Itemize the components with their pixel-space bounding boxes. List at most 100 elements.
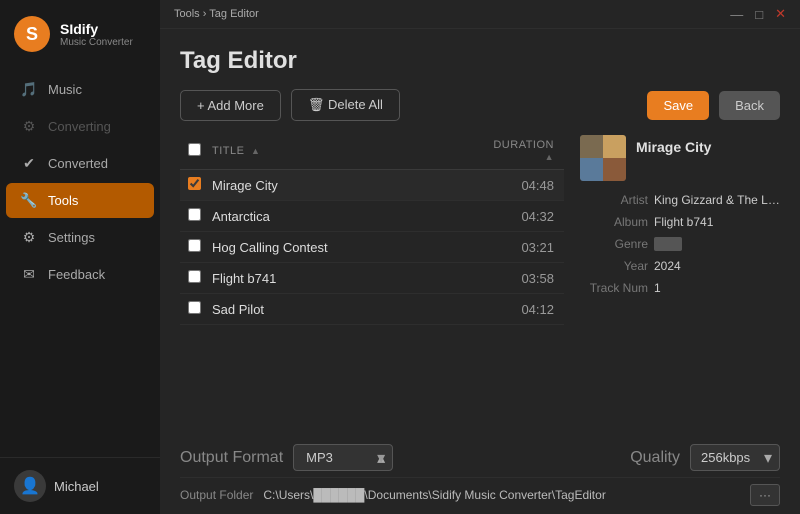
maximize-button[interactable]: □ — [755, 7, 763, 22]
app-logo: S SIdify Music Converter — [0, 0, 160, 64]
sidebar-item-music[interactable]: 🎵 Music — [6, 72, 154, 107]
folder-browse-button[interactable]: ··· — [750, 484, 780, 506]
breadcrumb-parent: Tools — [174, 8, 200, 20]
track-duration-2: 03:21 — [484, 240, 564, 255]
save-button[interactable]: Save — [647, 91, 709, 120]
breadcrumb: Tools › Tag Editor — [174, 8, 259, 20]
track-title-3: Flight b741 — [208, 271, 484, 286]
sidebar-item-converted-label: Converted — [48, 156, 108, 171]
table-row[interactable]: Hog Calling Contest 03:21 — [180, 232, 564, 263]
quality-select-wrapper[interactable]: 256kbps 128kbps 320kbps ▾ — [690, 444, 780, 471]
converting-icon: ⚙ — [20, 118, 38, 135]
track-check-1 — [180, 208, 208, 224]
detail-track-title: Mirage City — [636, 139, 711, 155]
table-row[interactable]: Mirage City 04:48 — [180, 170, 564, 201]
sidebar-item-feedback[interactable]: ✉ Feedback — [6, 257, 154, 292]
avatar: 👤 — [14, 470, 46, 502]
output-folder-label: Output Folder — [180, 488, 253, 502]
detail-album-row: Album Flight b741 — [580, 215, 780, 229]
track-checkbox-4[interactable] — [188, 301, 201, 314]
detail-artist-row: Artist King Gizzard & The Lizard Y — [580, 193, 780, 207]
thumbnail-mosaic — [580, 135, 626, 181]
track-duration-1: 04:32 — [484, 209, 564, 224]
track-duration-4: 04:12 — [484, 302, 564, 317]
sidebar-item-feedback-label: Feedback — [48, 267, 105, 282]
track-checkbox-2[interactable] — [188, 239, 201, 252]
sidebar-item-settings[interactable]: ⚙ Settings — [6, 220, 154, 255]
track-checkbox-1[interactable] — [188, 208, 201, 221]
track-thumbnail — [580, 135, 626, 181]
bottom-bar: Output Format MP3 M4A FLAC OGG AIFF ▴ Qu… — [180, 444, 780, 514]
format-select-wrapper[interactable]: MP3 M4A FLAC OGG AIFF ▴ — [293, 444, 393, 471]
page-title: Tag Editor — [180, 47, 780, 75]
track-title-1: Antarctica — [208, 209, 484, 224]
header-duration: DURATION ▲ — [484, 139, 564, 163]
logo-icon: S — [14, 16, 50, 52]
track-list: TITLE ▲ DURATION ▲ Mirage City — [180, 133, 564, 444]
track-title-4: Sad Pilot — [208, 302, 484, 317]
sidebar-item-converting[interactable]: ⚙ Converting — [6, 109, 154, 144]
minimize-button[interactable]: — — [730, 7, 743, 22]
track-check-0 — [180, 177, 208, 193]
panels: TITLE ▲ DURATION ▲ Mirage City — [180, 133, 780, 444]
header-title: TITLE ▲ — [208, 145, 484, 157]
format-select[interactable]: MP3 M4A FLAC OGG AIFF — [293, 444, 393, 471]
track-duration-3: 03:58 — [484, 271, 564, 286]
track-check-4 — [180, 301, 208, 317]
header-check — [180, 143, 208, 159]
tracknum-value: 1 — [654, 281, 780, 295]
back-button[interactable]: Back — [719, 91, 780, 120]
username: Michael — [54, 479, 99, 494]
title-bar: Tools › Tag Editor — □ ✕ — [160, 0, 800, 29]
detail-tracknum-row: Track Num 1 — [580, 281, 780, 295]
feedback-icon: ✉ — [20, 266, 38, 283]
album-label: Album — [580, 215, 648, 229]
table-header: TITLE ▲ DURATION ▲ — [180, 133, 564, 170]
quality-label: Quality — [630, 449, 680, 467]
genre-label: Genre — [580, 237, 648, 251]
app-name: SIdify — [60, 21, 133, 37]
track-title-0: Mirage City — [208, 178, 484, 193]
track-check-3 — [180, 270, 208, 286]
converted-icon: ✔ — [20, 155, 38, 172]
track-thumbnail-area: Mirage City — [580, 135, 780, 181]
track-checkbox-3[interactable] — [188, 270, 201, 283]
detail-genre-row: Genre — [580, 237, 780, 251]
track-rows: Mirage City 04:48 Antarctica 04:32 — [180, 170, 564, 440]
track-check-2 — [180, 239, 208, 255]
artist-label: Artist — [580, 193, 648, 207]
quality-select[interactable]: 256kbps 128kbps 320kbps — [690, 444, 780, 471]
sidebar-item-settings-label: Settings — [48, 230, 95, 245]
tools-icon: 🔧 — [20, 192, 38, 209]
content-area: Tag Editor + Add More 🗑 Delete All Save … — [160, 29, 800, 514]
close-button[interactable]: ✕ — [775, 6, 786, 22]
year-value: 2024 — [654, 259, 780, 273]
track-title-2: Hog Calling Contest — [208, 240, 484, 255]
sidebar-item-converting-label: Converting — [48, 119, 111, 134]
top-toolbar: + Add More 🗑 Delete All Save Back — [180, 89, 780, 121]
sidebar-item-converted[interactable]: ✔ Converted — [6, 146, 154, 181]
tracknum-label: Track Num — [580, 281, 648, 295]
details-panel: Mirage City Artist King Gizzard & The Li… — [580, 133, 780, 444]
add-more-button[interactable]: + Add More — [180, 90, 281, 121]
table-row[interactable]: Sad Pilot 04:12 — [180, 294, 564, 325]
window-controls: — □ ✕ — [730, 6, 786, 22]
delete-all-button[interactable]: 🗑 Delete All — [291, 89, 400, 121]
artist-value: King Gizzard & The Lizard Y — [654, 193, 780, 207]
sidebar-item-tools-label: Tools — [48, 193, 78, 208]
year-label: Year — [580, 259, 648, 273]
table-row[interactable]: Flight b741 03:58 — [180, 263, 564, 294]
album-value: Flight b741 — [654, 215, 780, 229]
table-row[interactable]: Antarctica 04:32 — [180, 201, 564, 232]
select-all-checkbox[interactable] — [188, 143, 201, 156]
output-format-label: Output Format — [180, 449, 283, 467]
sidebar: S SIdify Music Converter 🎵 Music ⚙ Conve… — [0, 0, 160, 514]
track-checkbox-0[interactable] — [188, 177, 201, 190]
user-area[interactable]: 👤 Michael — [0, 457, 160, 514]
sidebar-item-tools[interactable]: 🔧 Tools — [6, 183, 154, 218]
format-row: Output Format MP3 M4A FLAC OGG AIFF ▴ Qu… — [180, 444, 780, 478]
music-icon: 🎵 — [20, 81, 38, 98]
main-panel: Tools › Tag Editor — □ ✕ Tag Editor + Ad… — [160, 0, 800, 514]
app-subtitle: Music Converter — [60, 37, 133, 48]
track-duration-0: 04:48 — [484, 178, 564, 193]
